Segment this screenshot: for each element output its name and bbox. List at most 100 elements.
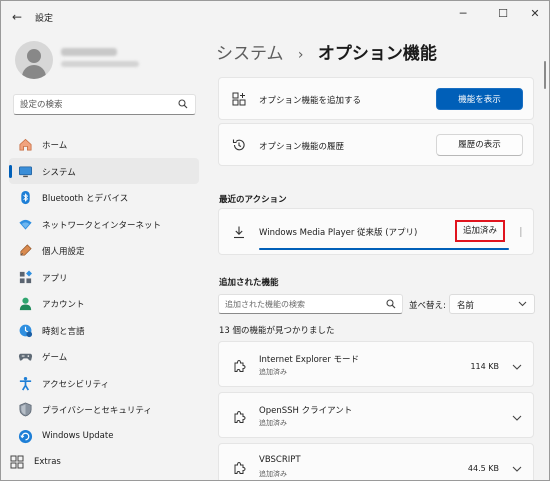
windows-update-icon [18, 429, 33, 443]
title-bar: ← 設定 ─ ☐ ✕ [1, 1, 549, 33]
personalization-icon [20, 244, 32, 256]
recent-action-label: Windows Media Player 従来版 (アプリ) [259, 228, 418, 238]
more-options-icon [520, 227, 522, 237]
sidebar-item-accessibility[interactable]: アクセシビリティ [9, 370, 199, 397]
history-icon [232, 139, 245, 151]
settings-window: ← 設定 ─ ☐ ✕ ホーム システム [0, 0, 550, 481]
avatar-head [27, 49, 41, 63]
feature-size: 114 KB [470, 362, 499, 371]
feature-size: 44.5 KB [467, 464, 499, 473]
sidebar-item-time-language[interactable]: 時刻と言語 [9, 317, 199, 344]
system-icon [19, 165, 32, 177]
privacy-icon [19, 402, 32, 417]
sidebar-item-privacy[interactable]: プライバシーとセキュリティ [9, 396, 199, 423]
add-grid-icon [232, 92, 246, 106]
sidebar-item-label: ゲーム [42, 353, 68, 363]
add-feature-card: オプション機能を追加する 機能を表示 [218, 77, 534, 120]
added-features-title: 追加された機能 [219, 278, 279, 288]
sidebar-item-gaming[interactable]: ゲーム [9, 343, 199, 370]
sidebar-item-bluetooth[interactable]: Bluetooth とデバイス [9, 184, 199, 211]
sidebar-item-label: アプリ [42, 273, 68, 284]
history-label: オプション機能の履歴 [259, 142, 345, 152]
search-icon[interactable] [178, 99, 188, 109]
feature-row[interactable]: OpenSSH クライアント 追加済み [218, 392, 534, 438]
chevron-down-icon[interactable] [512, 415, 522, 421]
sidebar-item-windows-update[interactable]: Windows Update [9, 423, 199, 450]
sidebar-item-label: アクセシビリティ [42, 379, 110, 390]
extras-grid-icon [10, 455, 24, 469]
back-button[interactable]: ← [9, 9, 25, 25]
view-features-button[interactable]: 機能を表示 [436, 88, 523, 110]
feature-status: 追加済み [259, 419, 287, 427]
chevron-down-icon [518, 301, 527, 307]
sidebar-item-home[interactable]: ホーム [9, 131, 199, 158]
feature-status: 追加済み [259, 368, 287, 376]
profile-email-blurred [61, 61, 139, 67]
feature-row[interactable]: VBSCRIPT 追加済み 44.5 KB [218, 443, 534, 480]
sidebar-item-label: Extras [34, 457, 61, 467]
sort-label: 並べ替え: [409, 301, 446, 311]
account-icon [19, 297, 32, 311]
sidebar-item-system[interactable]: システム [9, 157, 199, 184]
sidebar-item-network[interactable]: ネットワークとインターネット [9, 211, 199, 238]
feature-status: 追加済み [259, 470, 287, 478]
sidebar-nav: ホーム システム Bluetooth とデバイス ネットワークとインターネット [9, 131, 199, 449]
home-icon [19, 138, 32, 151]
feature-row[interactable]: Internet Explorer モード 追加済み 114 KB [218, 341, 534, 387]
accessibility-icon [19, 376, 32, 390]
status-badge: 追加済み [455, 220, 505, 242]
sort-dropdown[interactable]: 名前 [449, 294, 535, 314]
sidebar-item-apps[interactable]: アプリ [9, 264, 199, 291]
selected-indicator [9, 164, 12, 178]
sidebar-item-label: プライバシーとセキュリティ [42, 406, 152, 416]
sidebar-item-accounts[interactable]: アカウント [9, 290, 199, 317]
feature-name: VBSCRIPT [259, 455, 301, 465]
avatar-body [22, 65, 46, 79]
maximize-button[interactable]: ☐ [489, 5, 517, 23]
breadcrumb-separator: › [297, 47, 304, 63]
puzzle-icon [234, 461, 246, 474]
feature-name: Internet Explorer モード [259, 355, 360, 365]
sidebar-item-label: システム [42, 167, 76, 178]
app-title: 設定 [35, 14, 54, 24]
network-icon [19, 219, 32, 230]
added-features-search-input[interactable] [225, 298, 385, 311]
puzzle-icon [234, 359, 246, 372]
profile-name-blurred [61, 48, 117, 56]
chevron-down-icon[interactable] [512, 466, 522, 472]
feature-history-card: オプション機能の履歴 履歴の表示 [218, 123, 534, 166]
recent-action-item: Windows Media Player 従来版 (アプリ) 追加済み [218, 208, 534, 255]
settings-search-input[interactable] [20, 98, 170, 112]
added-features-search-box[interactable] [218, 294, 403, 314]
sidebar-item-personalization[interactable]: 個人用設定 [9, 237, 199, 264]
avatar[interactable] [15, 41, 53, 79]
page-title: オプション機能 [317, 44, 437, 64]
bluetooth-icon [21, 190, 30, 205]
puzzle-icon [234, 410, 246, 423]
search-icon[interactable] [386, 299, 396, 309]
settings-search-box[interactable] [13, 94, 196, 115]
sidebar-item-label: ネットワークとインターネット [42, 220, 162, 231]
minimize-button[interactable]: ─ [449, 5, 477, 23]
feature-count-text: 13 個の機能が見つかりました [219, 326, 335, 336]
recent-actions-title: 最近のアクション [219, 195, 287, 205]
close-button[interactable]: ✕ [521, 5, 549, 23]
scrollbar[interactable] [544, 61, 546, 89]
breadcrumb: システム › オプション機能 [216, 39, 437, 64]
sidebar-item-extras[interactable]: Extras [9, 453, 199, 473]
sidebar-item-label: 時刻と言語 [42, 326, 85, 337]
chevron-down-icon[interactable] [512, 364, 522, 370]
sort-value: 名前 [457, 301, 475, 311]
time-language-icon [19, 324, 33, 337]
install-progress-bar [259, 248, 509, 250]
view-history-button[interactable]: 履歴の表示 [436, 134, 523, 156]
sidebar-item-label: アカウント [42, 300, 85, 310]
sidebar-item-label: Windows Update [42, 430, 114, 441]
download-icon [234, 226, 244, 239]
feature-name: OpenSSH クライアント [259, 406, 353, 416]
apps-icon [19, 270, 32, 283]
sidebar-item-label: ホーム [42, 141, 68, 151]
breadcrumb-parent[interactable]: システム [216, 44, 284, 64]
sidebar-item-label: Bluetooth とデバイス [42, 194, 129, 204]
install-progress-fill [259, 248, 509, 250]
